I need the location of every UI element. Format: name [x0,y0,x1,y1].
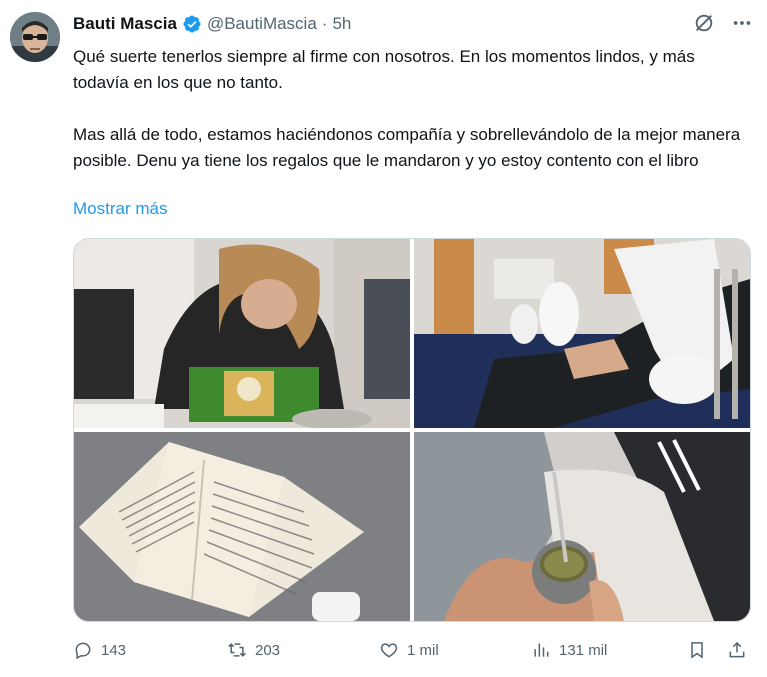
header-separator: · [321,14,328,33]
reply-button[interactable]: 143 [73,640,126,660]
photo-mate-gourd-icon [414,432,750,621]
show-more-link[interactable]: Mostrar más [73,199,167,219]
share-button[interactable] [727,640,747,660]
top-actions [693,12,753,34]
retweet-count: 203 [255,641,281,659]
media-grid [73,238,751,622]
retweet-button[interactable]: 203 [227,640,280,660]
author-name[interactable]: Bauti Mascia [73,14,177,34]
tweet-header: Bauti Mascia @BautiMascia · 5h [73,12,351,36]
media-photo-4[interactable] [414,432,750,621]
tweet-paragraph-1: Qué suerte tenerlos siempre al firme con… [73,47,695,92]
tweet-timestamp[interactable]: 5h [332,14,351,34]
share-icon [729,641,745,658]
like-button[interactable]: 1 mil [379,640,439,660]
bookmark-button[interactable] [687,640,707,660]
verified-badge-icon [182,14,202,34]
like-count: 1 mil [407,641,439,659]
tweet-text: Qué suerte tenerlos siempre al firme con… [73,44,753,174]
retweet-icon [228,643,246,657]
media-photo-1[interactable] [74,239,410,428]
photo-feet-hospital-bed-icon [414,239,750,428]
reply-count: 143 [101,641,127,659]
avatar[interactable] [10,12,60,62]
views-chart-icon [534,643,549,657]
reply-icon [75,642,91,660]
bookmark-icon [691,642,703,659]
views-button[interactable]: 131 mil [531,640,607,660]
action-bar: 143 203 1 mil 131 mil [73,636,753,664]
photo-open-book-icon [74,432,410,621]
tweet-paragraph-2: Mas allá de todo, estamos haciéndonos co… [73,125,741,170]
more-options-icon[interactable] [731,12,753,34]
media-photo-2[interactable] [414,239,750,428]
media-photo-3[interactable] [74,432,410,621]
views-count: 131 mil [559,641,608,659]
tweet: Bauti Mascia @BautiMascia · 5h Qué suert… [0,0,767,677]
avatar-image [10,12,60,62]
photo-woman-drawing-icon [74,239,410,428]
heart-icon [380,643,398,658]
grok-icon[interactable] [693,12,715,34]
author-handle[interactable]: @BautiMascia [207,14,317,34]
